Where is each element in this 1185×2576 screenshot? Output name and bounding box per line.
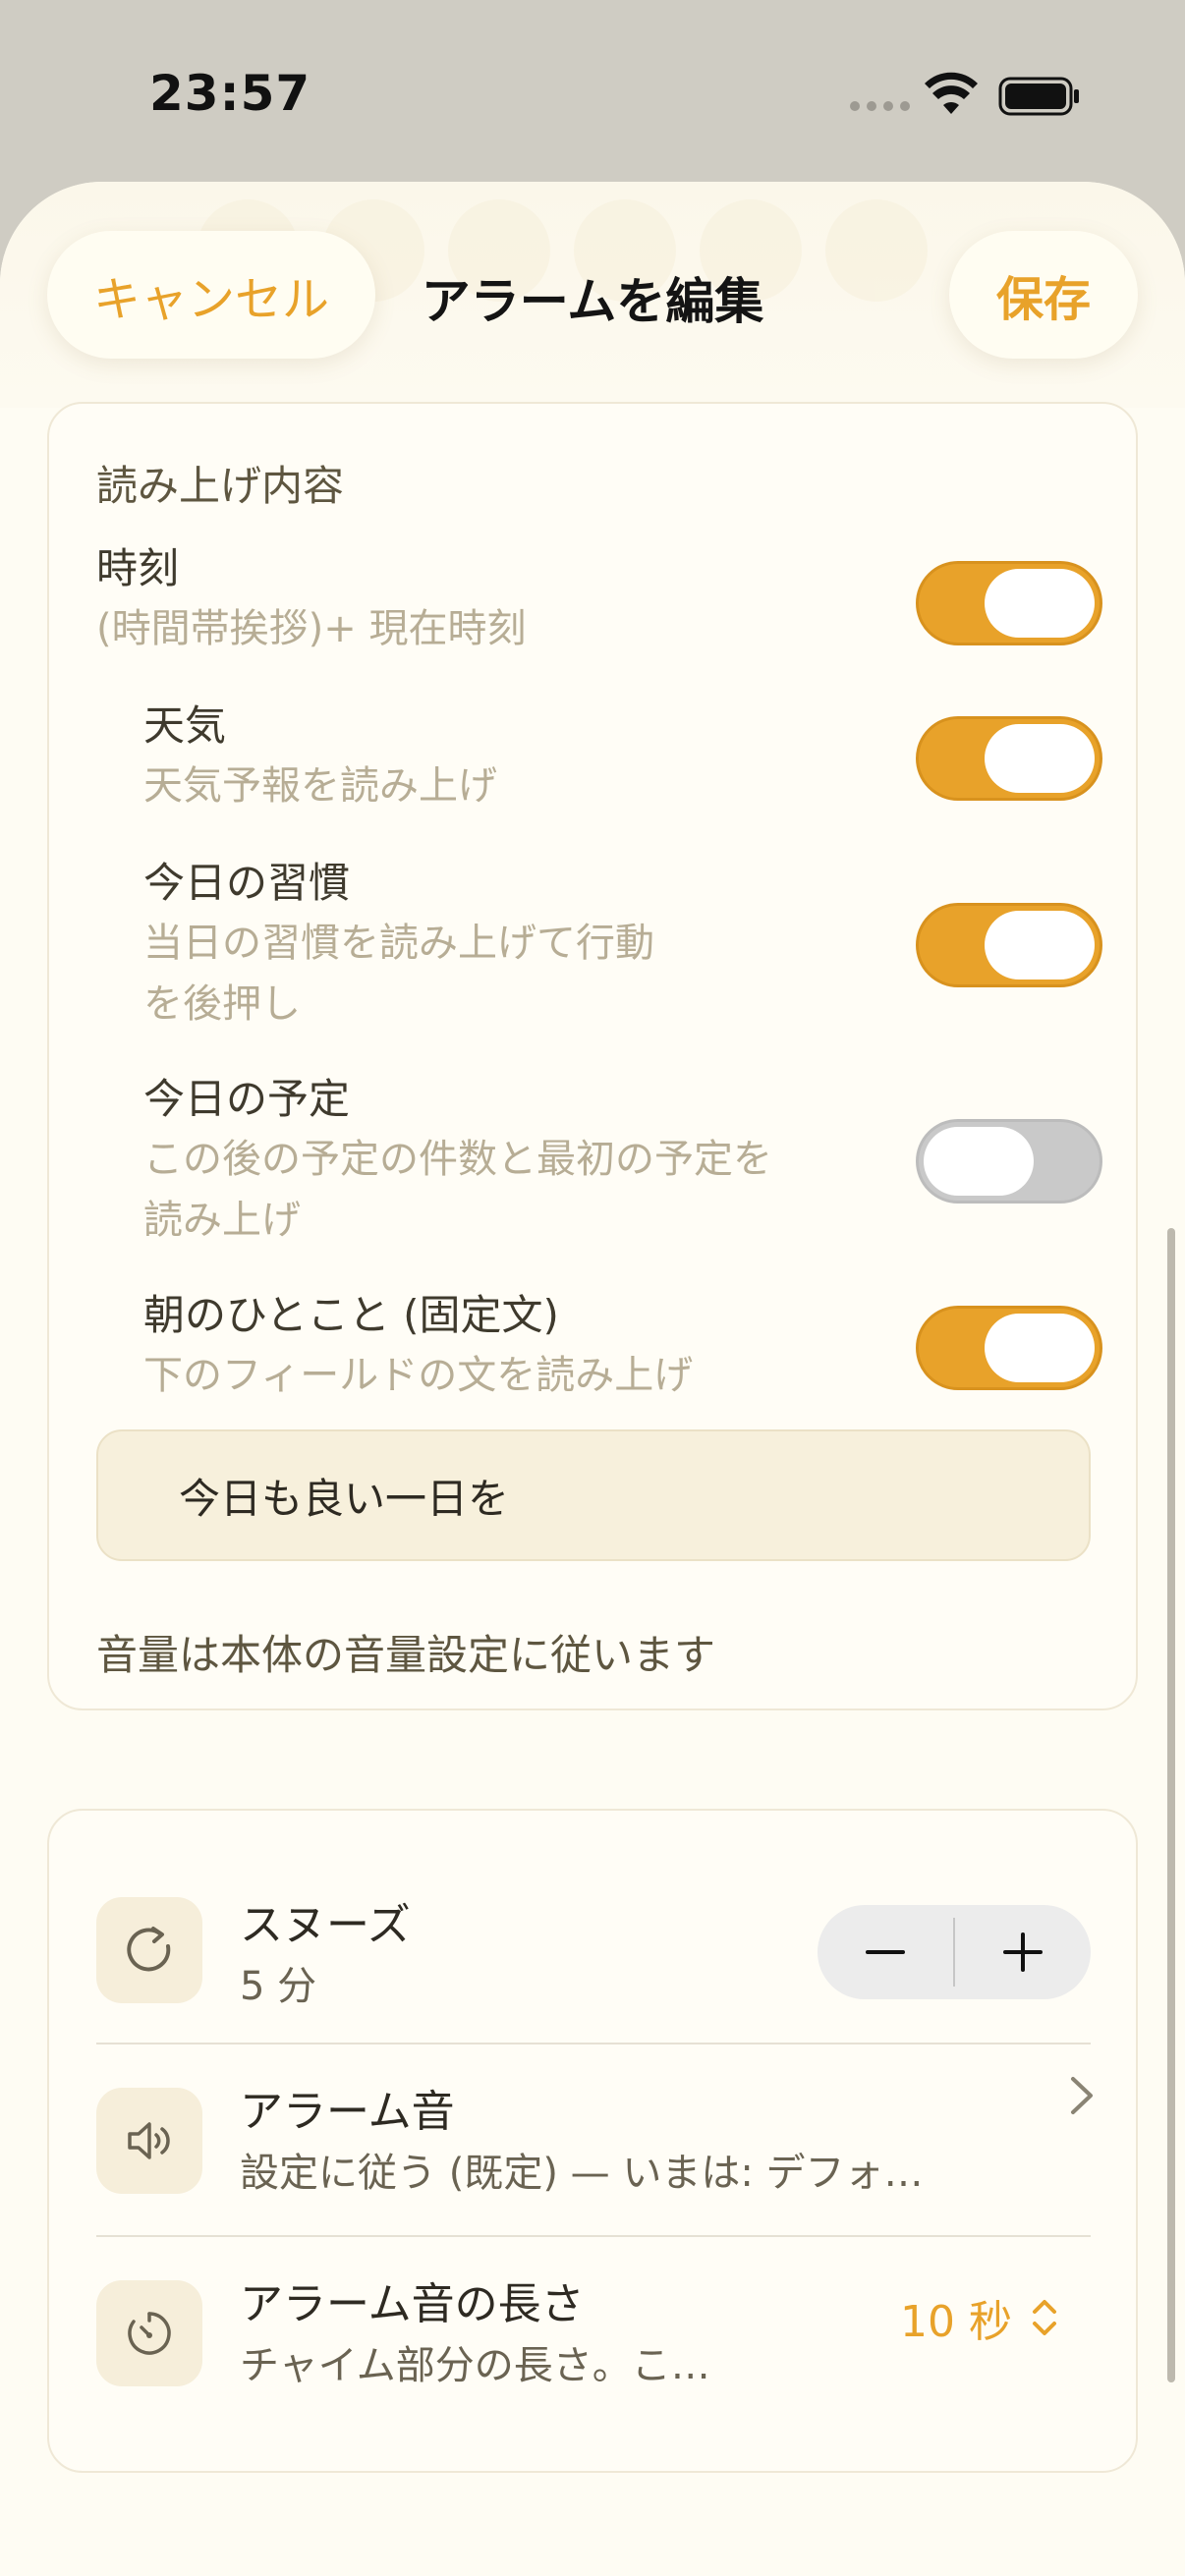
cellular-signal-icon <box>850 101 910 111</box>
timer-icon <box>96 2280 202 2386</box>
time-description: (時間帯挨拶)+ 現在時刻 <box>96 606 527 651</box>
morning-phrase-field[interactable]: 今日も良い一日を <box>96 1429 1091 1561</box>
snooze-stepper <box>818 1905 1091 1999</box>
snooze-row: スヌーズ 5 分 <box>49 1811 1140 2009</box>
save-button[interactable]: 保存 <box>949 231 1138 359</box>
morning-phrase-row: 朝のひとこと (固定文) 下のフィールドの文を読み上げ <box>143 1286 693 1406</box>
alarm-sound-detail: 設定に従う (既定) — いまは: デフォ… <box>240 2151 924 2196</box>
habits-row: 今日の習慣 当日の習慣を読み上げて行動 を後押し <box>143 854 654 1035</box>
snooze-value: 5 分 <box>240 1964 317 2009</box>
snooze-decrement-button[interactable] <box>818 1905 953 1999</box>
page-title: アラームを編集 <box>421 273 764 330</box>
scroll-indicator[interactable] <box>1167 1228 1175 2382</box>
battery-icon <box>998 77 1079 116</box>
sound-length-value: 10 秒 <box>900 2297 1012 2347</box>
morning-phrase-label: 朝のひとこと (固定文) <box>143 1291 559 1339</box>
refresh-icon <box>96 1897 202 2003</box>
weather-label: 天気 <box>143 701 227 750</box>
morning-phrase-toggle[interactable] <box>916 1306 1102 1390</box>
section-title: 読み上げ内容 <box>96 462 345 510</box>
sound-length-title: アラーム音の長さ <box>240 2279 585 2329</box>
sound-length-detail: チャイム部分の長さ。こ… <box>240 2343 710 2388</box>
chevron-right-icon <box>1071 2077 1093 2114</box>
volume-note: 音量は本体の音量設定に従います <box>96 1631 716 1679</box>
edit-alarm-sheet: キャンセル アラームを編集 保存 読み上げ内容 時刻 (時間帯挨拶)+ 現在時刻… <box>0 182 1185 2576</box>
status-bar: 23:57 <box>0 0 1185 187</box>
habits-description-1: 当日の習慣を読み上げて行動 <box>143 921 654 966</box>
alarm-sound-title: アラーム音 <box>240 2087 455 2137</box>
chevron-updown-icon <box>1032 2300 1056 2335</box>
weather-toggle[interactable] <box>916 716 1102 801</box>
status-time: 23:57 <box>149 65 311 122</box>
habits-label: 今日の習慣 <box>143 859 351 907</box>
alarm-settings-card: スヌーズ 5 分 アラーム音 設定に従う (既定) — いまは: デフォ… アラ… <box>47 1809 1138 2473</box>
weather-row: 天気 天気予報を読み上げ <box>143 697 497 816</box>
schedule-description-1: この後の予定の件数と最初の予定を <box>143 1137 772 1182</box>
weather-description: 天気予報を読み上げ <box>143 763 497 809</box>
time-toggle[interactable] <box>916 561 1102 645</box>
read-aloud-card: 読み上げ内容 時刻 (時間帯挨拶)+ 現在時刻 天気 天気予報を読み上げ 今日の… <box>47 402 1138 1710</box>
cancel-button[interactable]: キャンセル <box>47 231 375 359</box>
habits-description-2: を後押し <box>143 981 301 1027</box>
alarm-sound-row[interactable]: アラーム音 設定に従う (既定) — いまは: デフォ… <box>49 2044 1140 2235</box>
wifi-icon <box>925 72 978 114</box>
schedule-row: 今日の予定 この後の予定の件数と最初の予定を 読み上げ <box>143 1070 772 1251</box>
sound-length-picker[interactable]: 10 秒 <box>900 2286 1059 2349</box>
morning-phrase-description: 下のフィールドの文を読み上げ <box>143 1353 694 1398</box>
snooze-title: スヌーズ <box>240 1900 411 1950</box>
habits-toggle[interactable] <box>916 903 1102 987</box>
schedule-toggle[interactable] <box>916 1119 1102 1204</box>
time-row: 時刻 (時間帯挨拶)+ 現在時刻 <box>96 539 526 659</box>
snooze-increment-button[interactable] <box>955 1905 1091 1999</box>
speaker-icon <box>96 2088 202 2194</box>
schedule-description-2: 読み上げ <box>143 1198 301 1243</box>
time-label: 時刻 <box>96 544 180 592</box>
schedule-label: 今日の予定 <box>143 1075 351 1123</box>
